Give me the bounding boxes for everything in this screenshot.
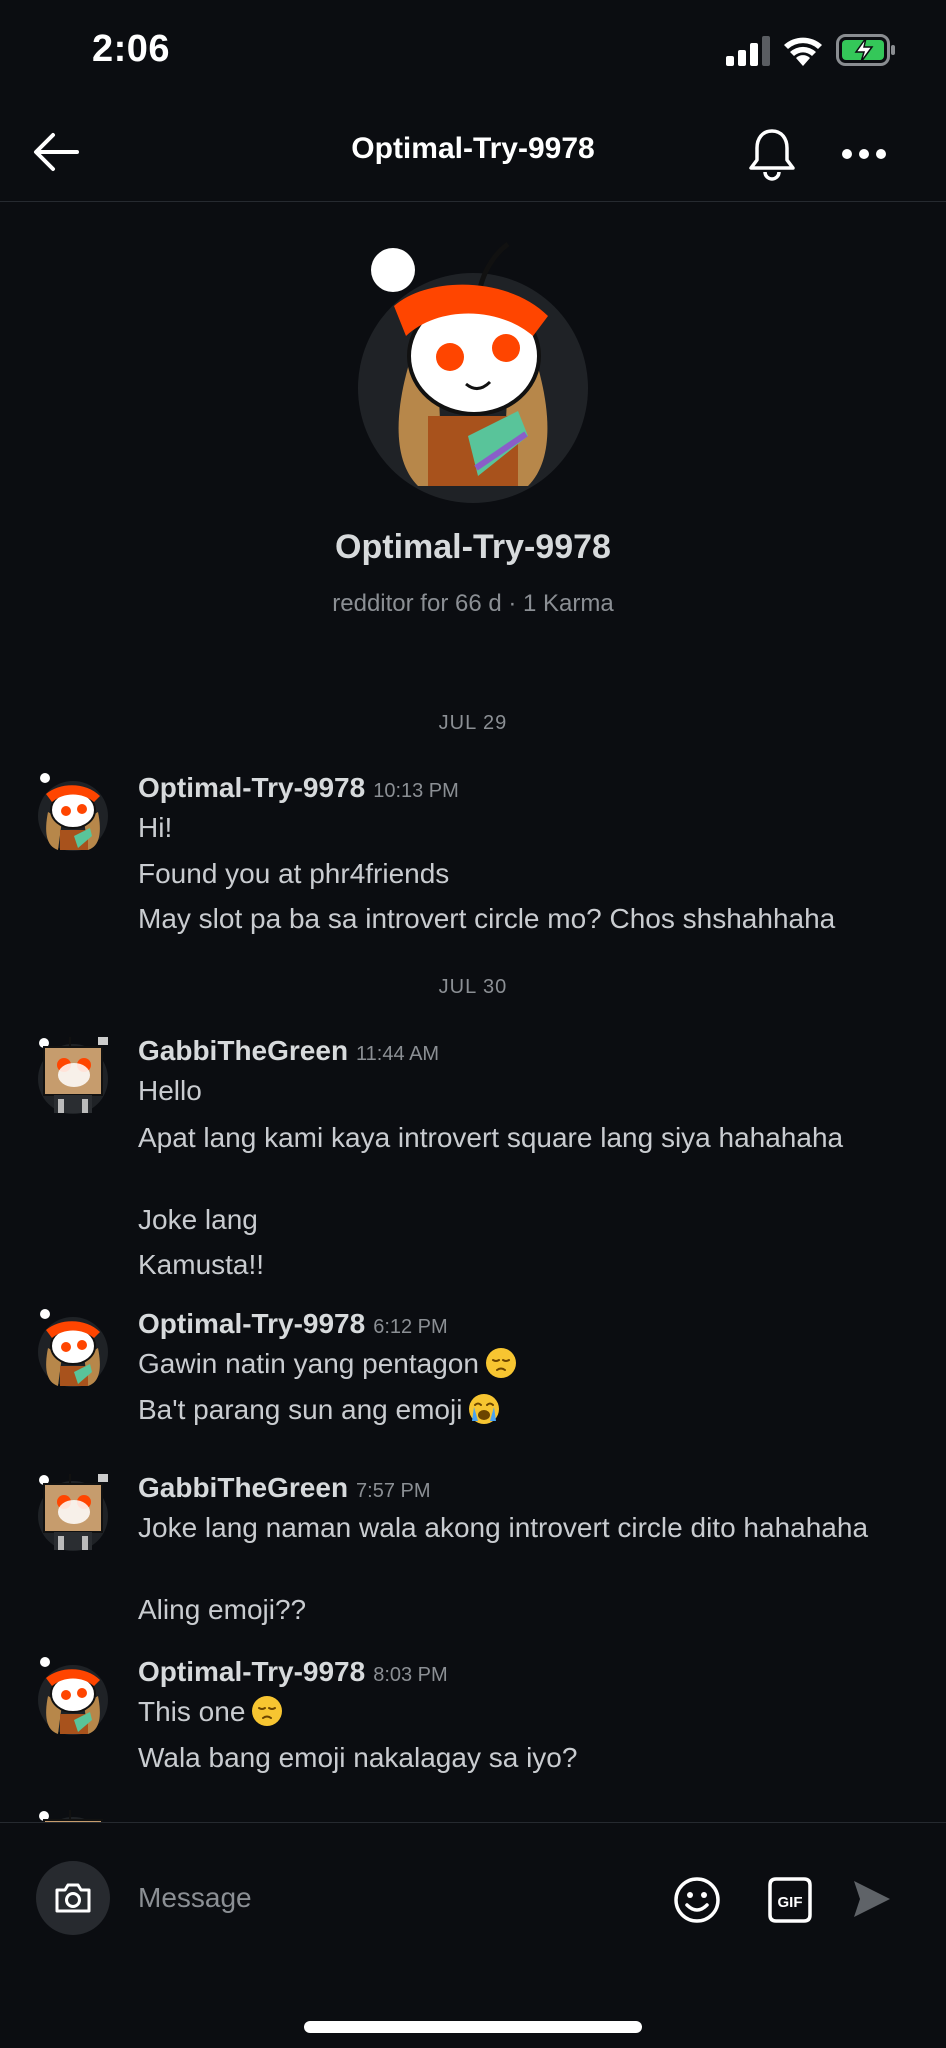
notifications-button[interactable] — [740, 122, 804, 186]
more-options-button[interactable] — [832, 122, 896, 186]
pensive-face-emoji-icon — [252, 1696, 283, 1726]
message-text: Wala bang emoji nakalagay sa iyo? — [138, 1742, 578, 1773]
message-composer: GIF — [0, 1822, 946, 2048]
message-header: Optimal-Try-9978 10:13 PM — [138, 772, 459, 804]
message-author[interactable]: Optimal-Try-9978 — [138, 772, 365, 803]
more-horizontal-icon — [842, 149, 886, 159]
message-list[interactable]: JUL 29 Optimal-Try-9978 10:13 PM Hi! Foun… — [0, 700, 946, 1822]
user-avatar[interactable] — [36, 1308, 110, 1388]
user-avatar[interactable] — [36, 1808, 110, 1822]
gif-button[interactable]: GIF — [766, 1875, 814, 1925]
message-header: Optimal-Try-9978 8:03 PM — [138, 1656, 448, 1688]
crying-face-emoji-icon — [469, 1394, 500, 1424]
message-text: Aling emoji?? — [138, 1594, 307, 1625]
message-text: Gawin natin yang pentagon — [138, 1346, 918, 1382]
header-title: Optimal-Try-9978 — [351, 132, 595, 165]
status-bar: 2:06 — [0, 0, 946, 104]
status-time: 2:06 — [92, 28, 171, 70]
date-separator: JUL 30 — [438, 976, 508, 998]
message-header: Optimal-Try-9978 6:12 PM — [138, 1308, 448, 1340]
message-time: 8:03 PM — [373, 1664, 448, 1686]
message-text-content: This one — [138, 1696, 246, 1727]
message-time: 11:44 AM — [356, 1043, 440, 1065]
camera-button[interactable] — [36, 1861, 110, 1935]
message-text: Found you at phr4friends — [138, 858, 450, 889]
home-indicator — [304, 2021, 642, 2033]
battery-charging-icon — [836, 34, 895, 66]
message-text-content: Gawin natin yang pentagon — [138, 1348, 479, 1379]
cellular-signal-icon — [726, 36, 770, 66]
user-avatar[interactable] — [36, 1472, 110, 1552]
profile-avatar[interactable] — [358, 236, 588, 506]
message-time: 10:13 PM — [373, 780, 459, 802]
conversation-header: Optimal-Try-9978 — [0, 104, 946, 202]
message-text: This one — [138, 1694, 918, 1730]
message-header: GabbiTheGreen 7:57 PM — [138, 1472, 431, 1504]
message-text-content: Ba't parang sun ang emoji — [138, 1394, 463, 1425]
bell-icon — [749, 129, 795, 181]
message-author[interactable]: Optimal-Try-9978 — [138, 1308, 365, 1339]
message-text: Joke lang naman wala akong introvert cir… — [138, 1512, 869, 1543]
profile-username: Optimal-Try-9978 — [335, 528, 611, 566]
camera-icon — [55, 1883, 91, 1913]
message-text: May slot pa ba sa introvert circle mo? C… — [138, 903, 836, 934]
user-avatar[interactable] — [36, 1035, 110, 1115]
message-author[interactable]: GabbiTheGreen — [138, 1472, 348, 1503]
message-time: 7:57 PM — [356, 1480, 431, 1502]
user-avatar[interactable] — [36, 1656, 110, 1736]
wifi-icon — [784, 37, 822, 66]
message-time: 6:12 PM — [373, 1316, 448, 1338]
message-text: Kamusta!! — [138, 1249, 265, 1280]
gif-icon: GIF — [768, 1877, 812, 1923]
message-text: Hi! — [138, 812, 173, 843]
message-author[interactable]: GabbiTheGreen — [138, 1035, 348, 1066]
message-input[interactable] — [138, 1871, 638, 1925]
message-text: Joke lang — [138, 1204, 258, 1235]
pensive-face-emoji-icon — [485, 1348, 516, 1378]
date-separator: JUL 29 — [438, 712, 508, 734]
message-author[interactable]: Optimal-Try-9978 — [138, 1656, 365, 1687]
smiley-icon[interactable] — [672, 1875, 722, 1925]
message-text: Apat lang kami kaya introvert square lan… — [138, 1122, 844, 1153]
profile-meta: redditor for 66 d · 1 Karma — [332, 590, 614, 617]
message-header: GabbiTheGreen 11:44 AM — [138, 1035, 439, 1067]
message-text: Ba't parang sun ang emoji — [138, 1392, 918, 1428]
message-text: Hello — [138, 1075, 202, 1106]
gif-label: GIF — [778, 1894, 803, 1911]
send-icon[interactable] — [850, 1877, 894, 1921]
user-avatar[interactable] — [36, 772, 110, 852]
